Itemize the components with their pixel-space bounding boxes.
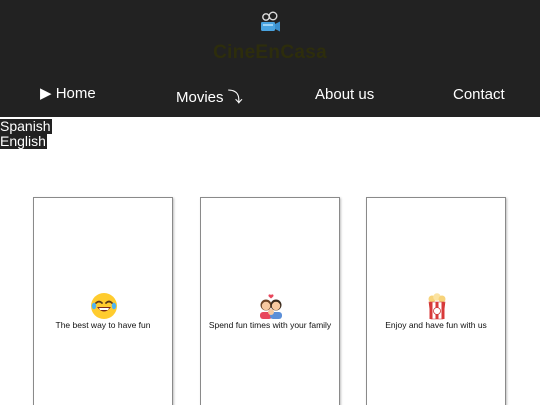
feature-card-popcorn: Enjoy and have fun with us — [366, 197, 506, 405]
nav-home[interactable]: ▶ Home — [40, 84, 96, 102]
popcorn-icon — [428, 293, 446, 320]
language-selector: Spanish English — [0, 119, 52, 149]
language-spanish-button[interactable]: Spanish — [0, 119, 52, 134]
nav-movies[interactable]: Movies ⤵ — [176, 86, 243, 107]
card-text: The best way to have fun — [55, 320, 151, 330]
feature-card-fun: The best way to have fun — [33, 197, 173, 405]
feature-card-family: Spend fun times with your family — [200, 197, 340, 405]
language-english-button[interactable]: English — [0, 134, 47, 149]
family-icon — [260, 294, 282, 319]
nav-contact[interactable]: Contact — [453, 86, 505, 103]
site-header: CineEnCasa ▶ Home Movies ⤵ About us Cont… — [0, 0, 540, 117]
nav-about-us[interactable]: About us — [315, 86, 374, 103]
camera-icon — [261, 11, 280, 32]
laughing-face-icon — [91, 293, 117, 319]
card-text: Spend fun times with your family — [208, 320, 332, 330]
card-text: Enjoy and have fun with us — [385, 320, 487, 330]
brand-name[interactable]: CineEnCasa — [0, 42, 540, 64]
